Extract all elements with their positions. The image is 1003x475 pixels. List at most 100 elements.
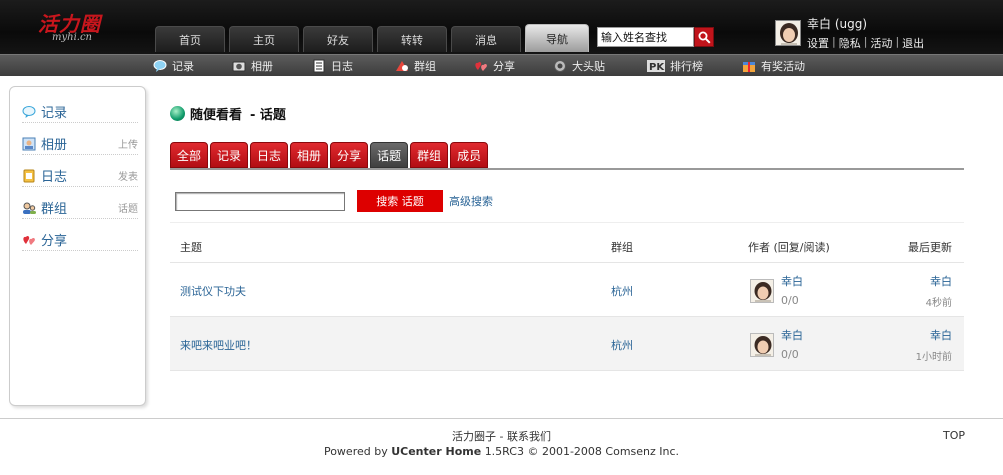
- pk-icon: PK: [647, 60, 665, 73]
- tab-all[interactable]: 全部: [170, 142, 209, 168]
- topic-search-input[interactable]: [175, 191, 345, 211]
- prize-icon: [743, 62, 755, 72]
- sidebar-item-extra[interactable]: 发表: [118, 168, 138, 183]
- notebook-icon: [23, 169, 35, 182]
- tab-record[interactable]: 记录: [210, 142, 249, 168]
- logo-subtext: myhi.cn: [52, 32, 92, 43]
- reply-view-counts: 0/0: [781, 294, 799, 307]
- column-author: 作者 (回复/阅读): [748, 241, 830, 254]
- advanced-search-link[interactable]: 高级搜索: [449, 193, 493, 209]
- subnav-album[interactable]: 相册: [232, 58, 273, 74]
- username[interactable]: 幸白 (ugg): [807, 15, 867, 32]
- separator: |: [832, 35, 836, 48]
- privacy-link[interactable]: 隐私: [839, 35, 861, 51]
- avatar-image: [776, 21, 800, 45]
- site-name-link[interactable]: 活力圈子: [452, 430, 496, 443]
- author-link[interactable]: 幸白: [781, 273, 803, 289]
- tab-share[interactable]: 分享: [330, 142, 369, 168]
- user-links: 设置 | 隐私 | 活动 | 退出: [807, 35, 924, 51]
- last-update-time: 4秒前: [925, 298, 952, 309]
- nav-friends[interactable]: 好友: [303, 26, 373, 52]
- sidebar-item-album[interactable]: 相册 上传: [22, 133, 138, 155]
- tab-members[interactable]: 成员: [450, 142, 489, 168]
- tab-album[interactable]: 相册: [290, 142, 329, 168]
- main-nav: 首页 主页 好友 转转 消息 导航: [155, 24, 593, 54]
- search-button[interactable]: [694, 27, 714, 47]
- filter-tabs: 全部 记录 日志 相册 分享 话题 群组 成员: [170, 142, 964, 170]
- last-user-link[interactable]: 幸白: [930, 327, 952, 343]
- tab-group[interactable]: 群组: [410, 142, 449, 168]
- subnav-photobooth[interactable]: 大头贴: [553, 58, 605, 74]
- avatar[interactable]: [750, 333, 774, 357]
- sidebar-item-record[interactable]: 记录: [22, 101, 138, 123]
- subnav-label: 有奖活动: [761, 60, 805, 73]
- user-box: 幸白 (ugg) 设置 | 隐私 | 活动 | 退出: [775, 16, 995, 50]
- sidebar-item-label: 分享: [41, 234, 68, 249]
- nav-messages[interactable]: 消息: [451, 26, 521, 52]
- nav-home[interactable]: 首页: [155, 26, 225, 52]
- table-row: 来吧来吧业吧！ 杭州 幸白 0/0 幸白 1小时前: [170, 317, 964, 371]
- table-header: 主题 群组 作者 (回复/阅读) 最后更新: [170, 223, 964, 263]
- topic-table: 主题 群组 作者 (回复/阅读) 最后更新 测试仪下功夫 杭州 幸白 0/0 幸…: [170, 222, 964, 371]
- sidebar-item-group[interactable]: 群组 话题: [22, 197, 138, 219]
- sidebar-item-label: 相册: [41, 138, 68, 153]
- sidebar-item-extra[interactable]: 上传: [118, 136, 138, 151]
- group-link[interactable]: 杭州: [611, 337, 633, 353]
- name-search-input[interactable]: [597, 27, 694, 47]
- column-subject: 主题: [180, 241, 202, 254]
- tab-blog[interactable]: 日志: [250, 142, 289, 168]
- header-search: [597, 27, 714, 47]
- subnav-label: 分享: [493, 60, 515, 73]
- powered-prefix: Powered by: [323, 445, 388, 458]
- subnav-record[interactable]: 记录: [153, 58, 194, 74]
- avatar[interactable]: [750, 279, 774, 303]
- subnav-label: 排行榜: [670, 60, 703, 73]
- last-update-time: 1小时前: [915, 352, 952, 363]
- search-topic-button[interactable]: 搜索 话题: [357, 190, 443, 212]
- avatar-image: [751, 334, 773, 356]
- sidebar-item-label: 记录: [41, 106, 68, 121]
- subnav-prize[interactable]: 有奖活动: [742, 58, 805, 74]
- subnav-group[interactable]: 群组: [395, 58, 436, 74]
- group-icon: [396, 61, 408, 71]
- topic-link[interactable]: 测试仪下功夫: [180, 283, 246, 299]
- camera-icon: [232, 61, 246, 72]
- sidebar: 记录 相册 上传 日志 发表 群组 话题 分享: [9, 86, 146, 406]
- activity-link[interactable]: 活动: [870, 35, 892, 51]
- separator: |: [863, 35, 868, 48]
- sidebar-item-blog[interactable]: 日志 发表: [22, 165, 138, 187]
- avatar[interactable]: [775, 20, 801, 46]
- topic-link[interactable]: 来吧来吧业吧！: [180, 337, 257, 353]
- photo-booth-icon: [554, 60, 566, 72]
- footer-links: 活力圈子 - 联系我们: [0, 428, 1003, 444]
- subnav-blog[interactable]: 日志: [312, 58, 353, 74]
- nav-homepage[interactable]: 主页: [229, 26, 299, 52]
- last-user-link[interactable]: 幸白: [930, 273, 952, 289]
- table-row: 测试仪下功夫 杭州 幸白 0/0 幸白 4秒前: [170, 263, 964, 317]
- contact-link[interactable]: 联系我们: [507, 430, 551, 443]
- sidebar-item-share[interactable]: 分享: [22, 229, 138, 251]
- separator: |: [895, 35, 900, 48]
- group-link[interactable]: 杭州: [611, 283, 633, 299]
- chat-bubble-icon: [153, 60, 167, 72]
- tab-topic[interactable]: 话题: [370, 142, 409, 168]
- site-logo[interactable]: 活力圈 myhi.cn: [36, 8, 116, 48]
- topic-search-row: 搜索 话题 高级搜索: [175, 190, 493, 212]
- subnav-label: 大头贴: [572, 60, 605, 73]
- nav-zhuanzhuan[interactable]: 转转: [377, 26, 447, 52]
- avatar-image: [751, 280, 773, 302]
- subnav-ranking[interactable]: PK 排行榜: [647, 58, 703, 74]
- logout-link[interactable]: 退出: [902, 35, 924, 51]
- reply-view-counts: 0/0: [781, 348, 799, 361]
- subnav-share[interactable]: 分享: [474, 58, 515, 74]
- subnav-label: 相册: [251, 60, 273, 73]
- nav-navigation[interactable]: 导航: [525, 24, 589, 52]
- back-to-top-link[interactable]: TOP: [943, 429, 965, 442]
- globe-icon: [170, 106, 185, 121]
- sidebar-item-extra[interactable]: 话题: [118, 200, 138, 215]
- footer-divider: [0, 418, 1003, 419]
- author-link[interactable]: 幸白: [781, 327, 803, 343]
- powered-by: Powered by UCenter Home 1.5RC3 © 2001-20…: [0, 445, 1003, 458]
- settings-link[interactable]: 设置: [807, 35, 829, 51]
- subnav-label: 记录: [172, 60, 194, 73]
